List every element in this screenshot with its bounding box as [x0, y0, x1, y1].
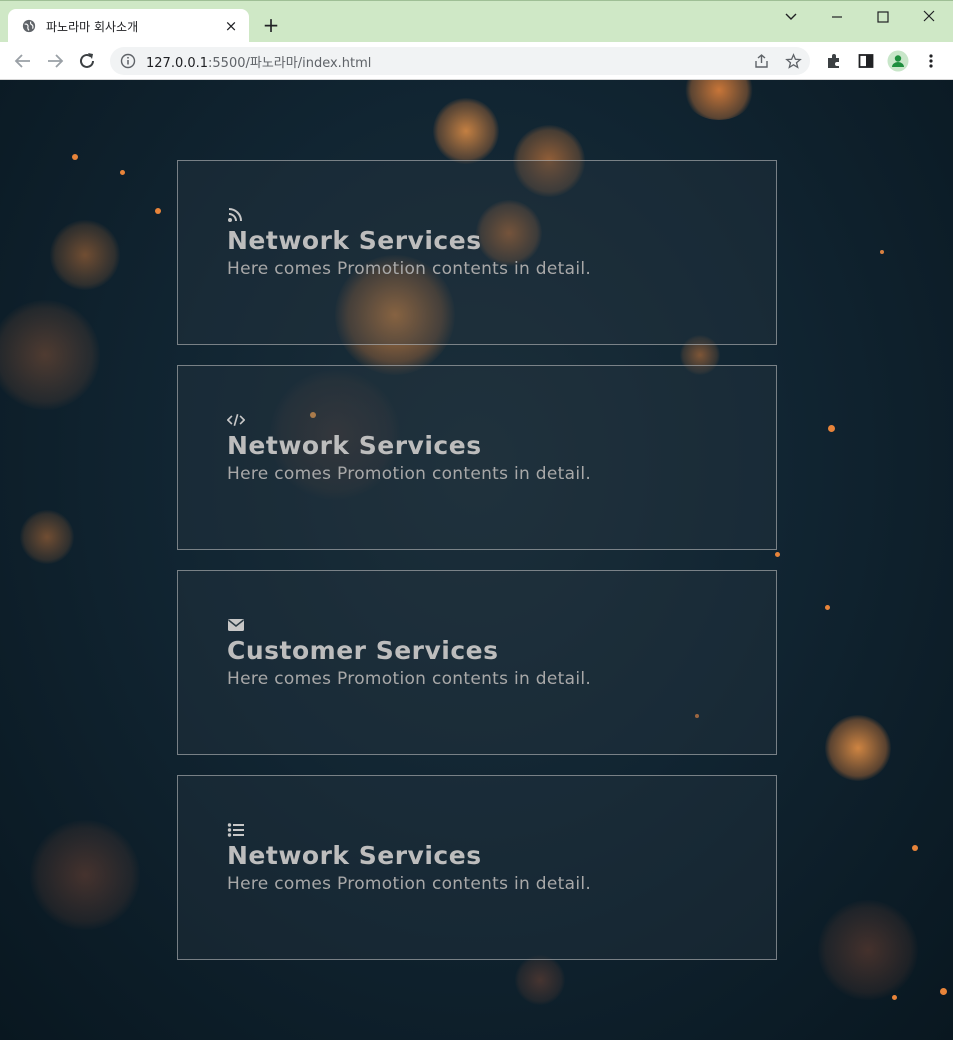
particle [940, 988, 947, 995]
bokeh-light [30, 820, 140, 930]
envelope-icon [228, 619, 244, 631]
url-text[interactable]: 127.0.0.1:5500/파노라마/index.html [146, 52, 371, 71]
back-arrow-icon[interactable] [12, 50, 34, 72]
browser-titlebar: 파노라마 회사소개 × + [0, 0, 953, 43]
bokeh-light [50, 220, 120, 290]
extensions-puzzle-icon[interactable] [825, 52, 843, 70]
bokeh-light [515, 955, 565, 1005]
particle [825, 605, 830, 610]
bokeh-light [433, 98, 499, 164]
url-path: :5500/파노라마/index.html [208, 55, 372, 71]
minimize-icon[interactable] [826, 7, 848, 27]
new-tab-button[interactable]: + [260, 14, 282, 36]
globe-icon [22, 19, 36, 33]
card-description: Here comes Promotion contents in detail. [227, 669, 592, 689]
address-bar[interactable]: 127.0.0.1:5500/파노라마/index.html [110, 47, 810, 75]
bokeh-light [818, 900, 918, 1000]
side-panel-icon[interactable] [857, 52, 875, 70]
forward-arrow-icon[interactable] [44, 50, 66, 72]
service-card[interactable]: Network Services Here comes Promotion co… [177, 365, 777, 550]
code-icon [227, 414, 245, 426]
bokeh-light [825, 715, 891, 781]
close-window-icon[interactable] [918, 7, 940, 27]
profile-avatar-icon[interactable] [887, 50, 909, 72]
service-card[interactable]: Network Services Here comes Promotion co… [177, 160, 777, 345]
menu-kebab-icon[interactable] [922, 52, 940, 70]
card-title: Customer Services [227, 636, 499, 665]
card-description: Here comes Promotion contents in detail. [227, 874, 592, 894]
particle [912, 845, 918, 851]
tab-search-chevron-icon[interactable] [780, 7, 802, 27]
particle [155, 208, 161, 214]
service-card[interactable]: Customer Services Here comes Promotion c… [177, 570, 777, 755]
particle [120, 170, 125, 175]
bookmark-star-icon[interactable] [785, 53, 802, 70]
particle [775, 552, 780, 557]
rss-icon [228, 208, 242, 222]
maximize-icon[interactable] [872, 7, 894, 27]
particle [72, 154, 78, 160]
service-card[interactable]: Network Services Here comes Promotion co… [177, 775, 777, 960]
particle [880, 250, 884, 254]
share-icon[interactable] [753, 53, 770, 70]
reload-icon[interactable] [76, 50, 98, 72]
url-host: 127.0.0.1 [146, 55, 209, 71]
card-title: Network Services [227, 431, 482, 460]
bokeh-light [0, 300, 100, 410]
tab-close-icon[interactable]: × [223, 17, 239, 35]
card-title: Network Services [227, 841, 482, 870]
tab-title: 파노라마 회사소개 [46, 19, 139, 34]
bokeh-light [683, 80, 755, 120]
particle [892, 995, 897, 1000]
page-content: Network Services Here comes Promotion co… [0, 80, 953, 1040]
card-description: Here comes Promotion contents in detail. [227, 259, 592, 279]
bokeh-light [20, 510, 74, 564]
particle [828, 425, 835, 432]
info-icon[interactable] [120, 53, 136, 69]
card-description: Here comes Promotion contents in detail. [227, 464, 592, 484]
card-title: Network Services [227, 226, 482, 255]
list-icon [227, 823, 244, 837]
browser-toolbar: 127.0.0.1:5500/파노라마/index.html [0, 42, 953, 80]
browser-tab[interactable]: 파노라마 회사소개 × [8, 9, 249, 43]
